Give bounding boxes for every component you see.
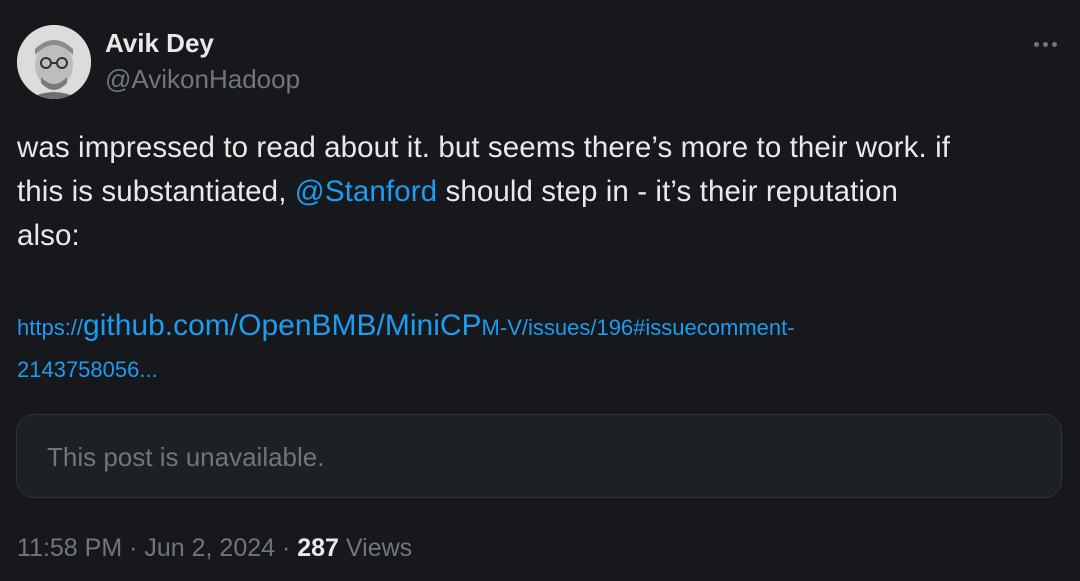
link-domain: github.com/OpenBMB/MiniCP [83, 309, 482, 342]
avatar-portrait-icon [17, 25, 91, 99]
tweet-text-segment: this is substantiated, [17, 175, 295, 208]
link-line: 2143758056... [17, 357, 158, 382]
tweet-text-segment: should step in - it’s their reputation [437, 175, 899, 208]
view-count: 287 [297, 534, 339, 562]
tweet-text-line: also: [17, 219, 80, 252]
link-path: M-V/issues/196#issuecomment- [481, 315, 795, 340]
more-horizontal-icon [1042, 41, 1048, 47]
tweet-text-line: was impressed to read about it. but seem… [17, 131, 951, 164]
unavailable-message: This post is unavailable. [47, 442, 325, 472]
author-handle[interactable]: @AvikonHadoop [105, 62, 300, 96]
avatar[interactable] [17, 25, 91, 99]
tweet-metadata: 11:58 PM · Jun 2, 2024 · 287 Views [17, 531, 412, 565]
more-horizontal-icon [1033, 41, 1039, 47]
more-options-button[interactable] [1026, 30, 1064, 58]
author-display-name[interactable]: Avik Dey [105, 26, 214, 60]
link-prefix: https:// [17, 315, 84, 340]
more-horizontal-icon [1051, 41, 1057, 47]
tweet-text-line: this is substantiated, @Stanford should … [17, 170, 1057, 214]
link-line: https://github.com/OpenBMB/MiniCPM-V/iss… [17, 303, 1057, 349]
timestamp[interactable]: 11:58 PM · Jun 2, 2024 · [17, 534, 297, 562]
tweet-text: was impressed to read about it. but seem… [17, 126, 1057, 258]
mention-link-stanford[interactable]: @Stanford [295, 175, 437, 208]
views-label: Views [338, 534, 413, 562]
quoted-post-card: This post is unavailable. [16, 414, 1062, 498]
github-issue-link[interactable]: https://github.com/OpenBMB/MiniCPM-V/iss… [17, 303, 1057, 391]
